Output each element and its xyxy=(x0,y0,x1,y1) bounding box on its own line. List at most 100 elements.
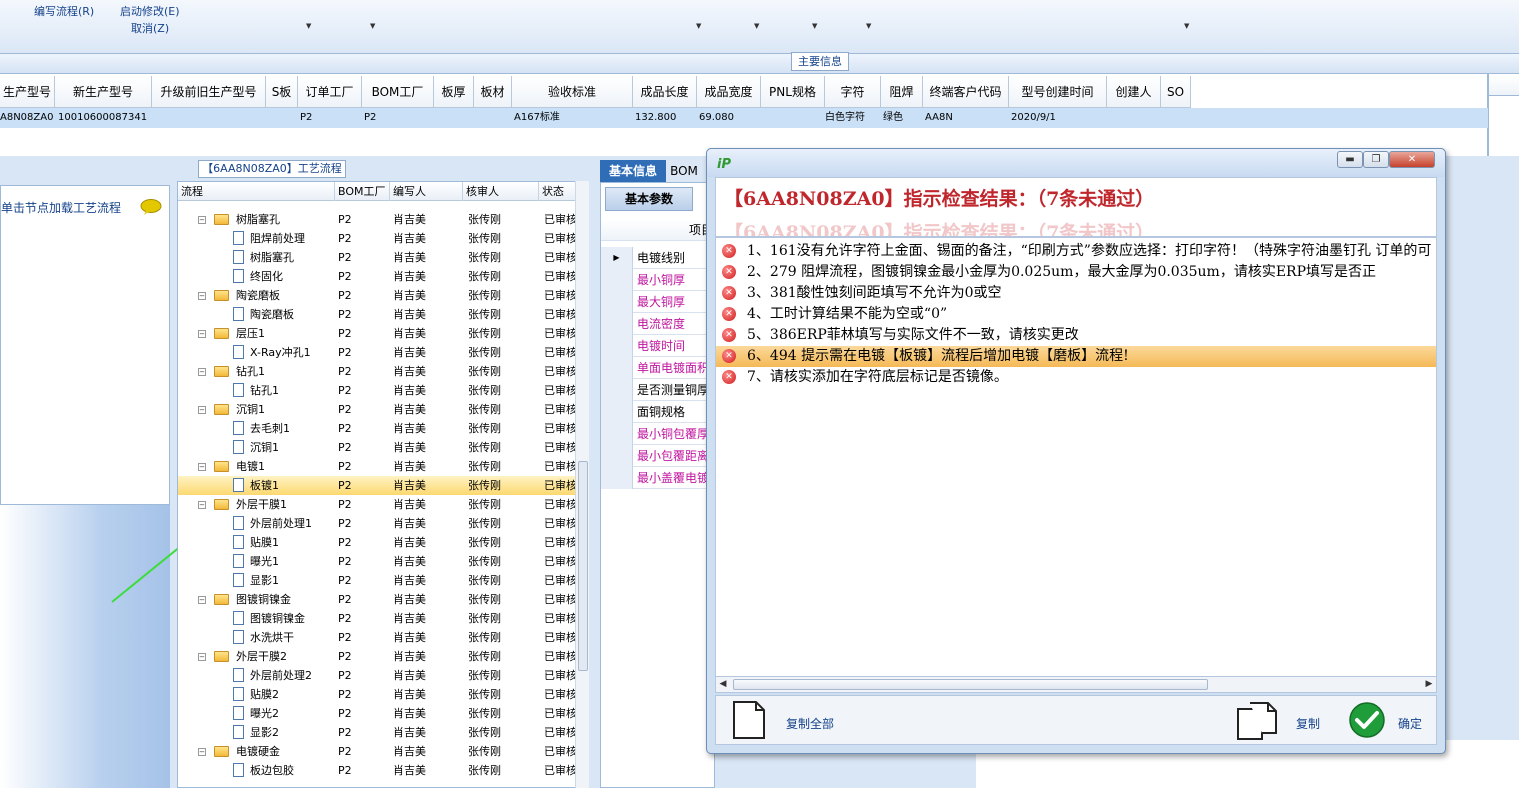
param-row[interactable]: ▶ 电镀线别 xyxy=(601,247,716,269)
comment-bubble-icon[interactable] xyxy=(140,199,162,215)
collapse-icon[interactable]: − xyxy=(198,748,206,756)
tree-row[interactable]: 图镀铜镍金 P2 肖吉美 张传刚 已审核 xyxy=(178,609,578,628)
col-header[interactable]: 升级前旧生产型号 xyxy=(152,76,266,108)
result-list-hscroll[interactable]: ◀ ▶ xyxy=(715,677,1437,693)
collapse-icon[interactable]: − xyxy=(198,216,206,224)
tree-row[interactable]: 曝光1 P2 肖吉美 张传刚 已审核 xyxy=(178,552,578,571)
param-row[interactable]: 最大铜厚 xyxy=(601,291,716,313)
close-icon[interactable]: ✕ xyxy=(1389,151,1435,168)
scroll-thumb[interactable] xyxy=(733,679,1208,690)
tree-row[interactable]: 贴膜2 P2 肖吉美 张传刚 已审核 xyxy=(178,685,578,704)
process-tree-scrollbar[interactable] xyxy=(575,181,589,788)
result-item[interactable]: ✕ 1、161没有允许字符上金面、锡面的备注，“印刷方式”参数应选择：打印字符！（… xyxy=(716,241,1436,262)
col-header[interactable]: PNL规格 xyxy=(761,76,825,108)
col-header-reviewer[interactable]: 核审人 xyxy=(463,182,539,201)
col-header[interactable]: 字符 xyxy=(825,76,881,108)
document-icon[interactable] xyxy=(732,701,766,739)
tree-row[interactable]: − 树脂塞孔 P2 肖吉美 张传刚 已审核 xyxy=(178,210,578,229)
param-row[interactable]: 电镀时间 xyxy=(601,335,716,357)
result-item[interactable]: ✕ 7、请核实添加在字符底层标记是否镜像。 xyxy=(716,367,1436,388)
tree-row[interactable]: 去毛刺1 P2 肖吉美 张传刚 已审核 xyxy=(178,419,578,438)
param-row[interactable]: 最小铜厚 xyxy=(601,269,716,291)
copy-icon[interactable] xyxy=(1236,701,1278,741)
result-item[interactable]: ✕ 4、工时计算结果不能为空或“0” xyxy=(716,304,1436,325)
tab-basic-info[interactable]: 基本信息 xyxy=(600,160,666,182)
tab-bom[interactable]: BOM xyxy=(666,160,702,182)
param-row[interactable]: 最小盖覆电镀 xyxy=(601,467,716,489)
col-header[interactable]: SO xyxy=(1161,76,1191,108)
checkmark-icon[interactable] xyxy=(1348,701,1386,739)
maximize-icon[interactable]: ❐ xyxy=(1363,151,1389,168)
param-row[interactable]: 最小铜包覆厚 xyxy=(601,423,716,445)
tree-row[interactable]: − 陶瓷磨板 P2 肖吉美 张传刚 已审核 xyxy=(178,286,578,305)
collapse-icon[interactable]: − xyxy=(198,368,206,376)
result-item[interactable]: ✕ 6、494 提示需在电镀【板镀】流程后增加电镀【磨板】流程! xyxy=(716,346,1436,367)
col-header-process[interactable]: 流程 xyxy=(178,182,335,201)
collapse-icon[interactable]: − xyxy=(198,501,206,509)
param-row[interactable]: 是否测量铜厚 xyxy=(601,379,716,401)
tree-row[interactable]: 水洗烘干 P2 肖吉美 张传刚 已审核 xyxy=(178,628,578,647)
tree-row[interactable]: − 电镀硬金 P2 肖吉美 张传刚 已审核 xyxy=(178,742,578,761)
col-header[interactable]: 型号创建时间 xyxy=(1009,76,1107,108)
scroll-left-icon[interactable]: ◀ xyxy=(716,677,730,692)
tree-row[interactable]: − 层压1 P2 肖吉美 张传刚 已审核 xyxy=(178,324,578,343)
tab-basic-params[interactable]: 基本参数 xyxy=(605,187,693,211)
tree-row[interactable]: 终固化 P2 肖吉美 张传刚 已审核 xyxy=(178,267,578,286)
minimize-icon[interactable]: ▬ xyxy=(1337,151,1363,168)
ribbon-dropdown-arrow-icon[interactable]: ▼ xyxy=(370,22,375,30)
collapse-icon[interactable]: − xyxy=(198,292,206,300)
ribbon-dropdown-arrow-icon[interactable]: ▼ xyxy=(1184,22,1189,30)
tree-row[interactable]: − 电镀1 P2 肖吉美 张传刚 已审核 xyxy=(178,457,578,476)
param-row[interactable]: 电流密度 xyxy=(601,313,716,335)
collapse-icon[interactable]: − xyxy=(198,653,206,661)
tree-row[interactable]: 沉铜1 P2 肖吉美 张传刚 已审核 xyxy=(178,438,578,457)
tree-row[interactable]: 显影2 P2 肖吉美 张传刚 已审核 xyxy=(178,723,578,742)
col-header-status[interactable]: 状态 xyxy=(539,182,579,201)
collapse-icon[interactable]: − xyxy=(198,406,206,414)
param-row[interactable]: 最小包覆距离 xyxy=(601,445,716,467)
col-header[interactable]: 成品长度 xyxy=(633,76,697,108)
copy-button[interactable]: 复制 xyxy=(1296,715,1320,732)
scroll-thumb[interactable] xyxy=(578,461,588,671)
collapse-icon[interactable]: − xyxy=(198,330,206,338)
tree-row[interactable]: − 钻孔1 P2 肖吉美 张传刚 已审核 xyxy=(178,362,578,381)
result-item[interactable]: ✕ 5、386ERP菲林填写与实际文件不一致，请核实更改 xyxy=(716,325,1436,346)
tree-row[interactable]: − 图镀铜镍金 P2 肖吉美 张传刚 已审核 xyxy=(178,590,578,609)
tree-row[interactable]: 陶瓷磨板 P2 肖吉美 张传刚 已审核 xyxy=(178,305,578,324)
collapse-icon[interactable]: − xyxy=(198,463,206,471)
col-header[interactable]: 阻焊 xyxy=(881,76,923,108)
ribbon-dropdown-arrow-icon[interactable]: ▼ xyxy=(696,22,701,30)
tree-row[interactable]: 贴膜1 P2 肖吉美 张传刚 已审核 xyxy=(178,533,578,552)
tree-row[interactable]: 树脂塞孔 P2 肖吉美 张传刚 已审核 xyxy=(178,248,578,267)
edit-process-button[interactable]: 编写流程(R) xyxy=(34,3,94,19)
cancel-button[interactable]: 取消(Z) xyxy=(131,20,169,36)
result-item[interactable]: ✕ 3、381酸性蚀刻间距填写不允许为0或空 xyxy=(716,283,1436,304)
tree-row[interactable]: − 外层干膜2 P2 肖吉美 张传刚 已审核 xyxy=(178,647,578,666)
col-header[interactable]: 订单工厂 xyxy=(298,76,362,108)
tree-row[interactable]: 显影1 P2 肖吉美 张传刚 已审核 xyxy=(178,571,578,590)
copy-all-button[interactable]: 复制全部 xyxy=(786,715,834,732)
col-header[interactable]: BOM工厂 xyxy=(362,76,434,108)
param-row[interactable]: 单面电镀面积 xyxy=(601,357,716,379)
dialog-titlebar[interactable]: iP ▬ ❐ ✕ xyxy=(707,149,1445,177)
param-row[interactable]: 面铜规格 xyxy=(601,401,716,423)
col-header[interactable]: 验收标准 xyxy=(512,76,633,108)
table-row[interactable]: A8N08ZA0 10010600087341 P2 P2 A167标准 132… xyxy=(0,108,1488,128)
tree-row[interactable]: X-Ray冲孔1 P2 肖吉美 张传刚 已审核 xyxy=(178,343,578,362)
tree-row[interactable]: 曝光2 P2 肖吉美 张传刚 已审核 xyxy=(178,704,578,723)
col-header[interactable]: 成品宽度 xyxy=(697,76,761,108)
tree-row[interactable]: 外层前处理2 P2 肖吉美 张传刚 已审核 xyxy=(178,666,578,685)
ribbon-dropdown-arrow-icon[interactable]: ▼ xyxy=(866,22,871,30)
col-header[interactable]: 生产型号 xyxy=(0,76,55,108)
scroll-right-icon[interactable]: ▶ xyxy=(1422,677,1436,692)
tree-row[interactable]: 板边包胶 P2 肖吉美 张传刚 已审核 xyxy=(178,761,578,780)
col-header-writer[interactable]: 编写人 xyxy=(390,182,463,201)
tree-row[interactable]: 阻焊前处理 P2 肖吉美 张传刚 已审核 xyxy=(178,229,578,248)
col-header[interactable]: 新生产型号 xyxy=(55,76,152,108)
col-header-bom-factory[interactable]: BOM工厂 xyxy=(335,182,390,201)
col-header[interactable]: 板材 xyxy=(474,76,512,108)
tree-row[interactable]: − 外层干膜1 P2 肖吉美 张传刚 已审核 xyxy=(178,495,578,514)
result-item[interactable]: ✕ 2、279 阻焊流程，图镀铜镍金最小金厚为0.025um，最大金厚为0.035… xyxy=(716,262,1436,283)
tree-row[interactable]: 钻孔1 P2 肖吉美 张传刚 已审核 xyxy=(178,381,578,400)
tree-row[interactable]: 板镀1 P2 肖吉美 张传刚 已审核 xyxy=(178,476,578,495)
